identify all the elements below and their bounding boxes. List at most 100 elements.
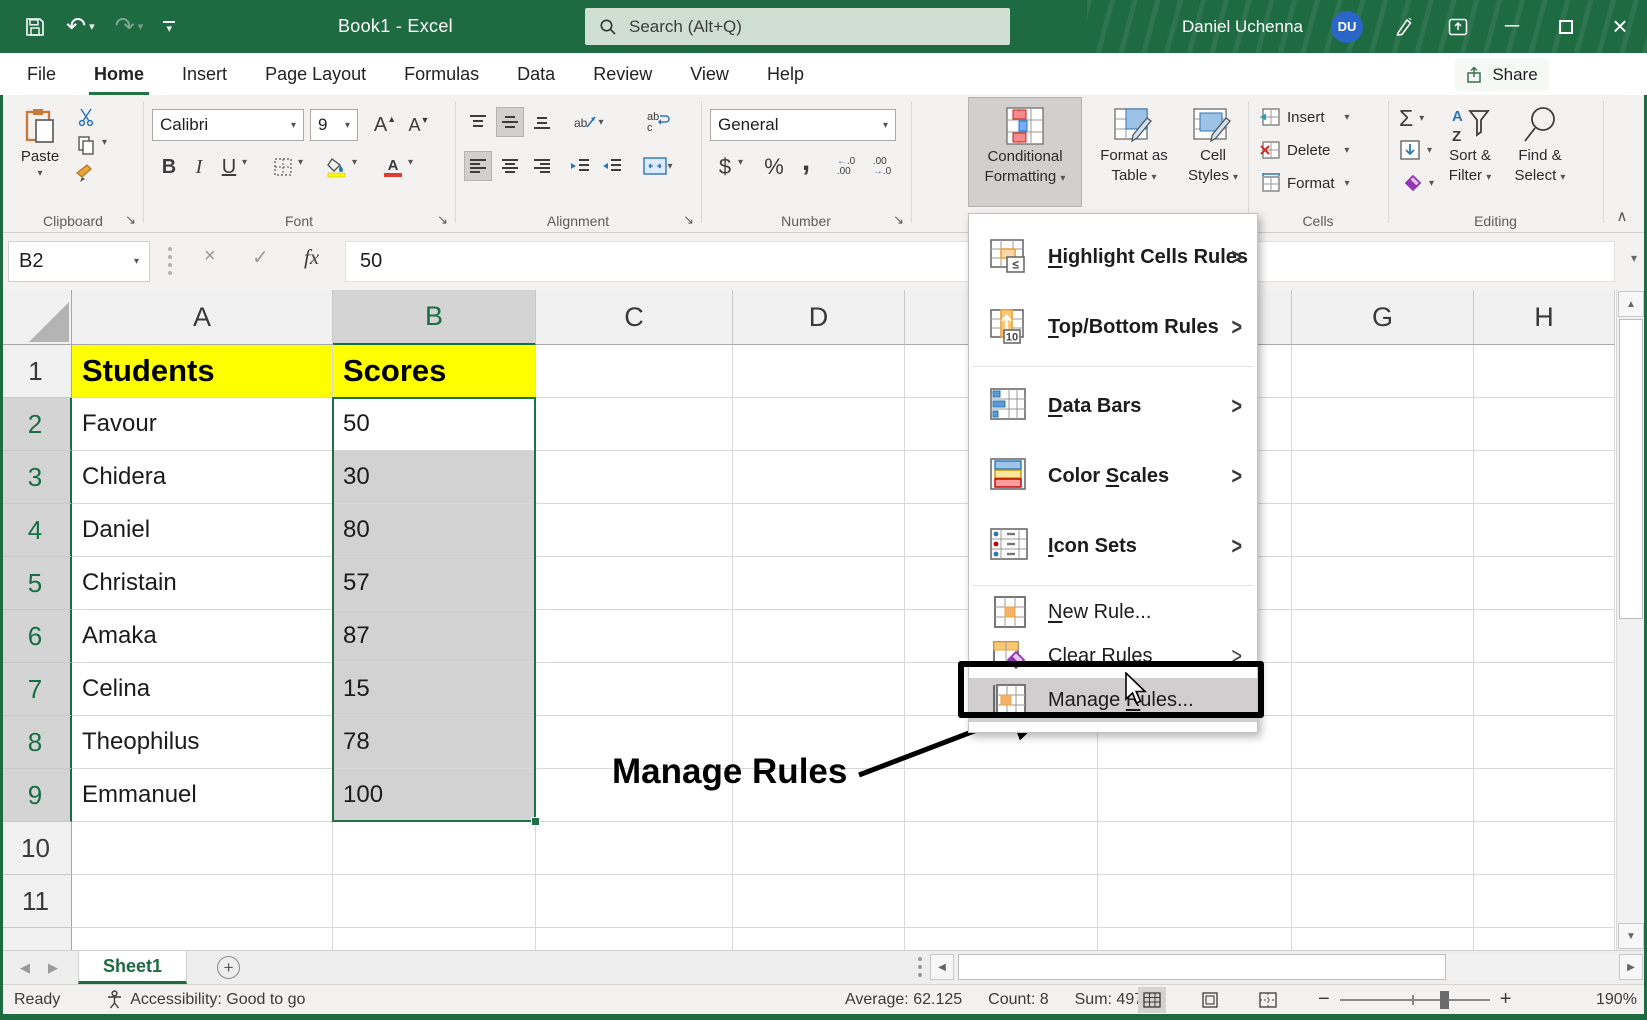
- fill-color-button[interactable]: [322, 151, 352, 183]
- menu-item-top-bottom-rules[interactable]: 10Top/Bottom Rules>: [969, 292, 1257, 362]
- accounting-format-button[interactable]: $: [714, 151, 736, 183]
- cell-styles-button[interactable]: Cell Styles ▾: [1182, 97, 1244, 207]
- clear-button[interactable]: ▾: [1399, 173, 1434, 193]
- cell-G4[interactable]: [1292, 504, 1474, 557]
- tab-review[interactable]: Review: [574, 53, 671, 95]
- cell-C11[interactable]: [536, 875, 733, 928]
- cell-C6[interactable]: [536, 610, 733, 663]
- row-header-6[interactable]: 6: [0, 610, 72, 663]
- scroll-right-icon[interactable]: ▶: [1619, 954, 1643, 980]
- zoom-in-button[interactable]: +: [1500, 988, 1512, 1011]
- align-right-button[interactable]: [528, 151, 556, 181]
- cell-G3[interactable]: [1292, 451, 1474, 504]
- share-button[interactable]: Share: [1455, 58, 1549, 91]
- enter-button[interactable]: ✓: [252, 245, 269, 270]
- cell-D5[interactable]: [733, 557, 905, 610]
- decrease-font-size-button[interactable]: A▼: [404, 109, 434, 141]
- cell-A2[interactable]: Favour: [72, 398, 333, 451]
- normal-view-button[interactable]: [1138, 987, 1166, 1013]
- zoom-slider-thumb[interactable]: [1440, 991, 1449, 1009]
- tab-insert[interactable]: Insert: [163, 53, 246, 95]
- cell-G8[interactable]: [1292, 716, 1474, 769]
- undo-dropdown-icon[interactable]: ▾: [89, 20, 95, 33]
- cell-C3[interactable]: [536, 451, 733, 504]
- col-header-G[interactable]: G: [1292, 290, 1474, 345]
- cell-B9[interactable]: 100: [333, 769, 536, 822]
- insert-function-button[interactable]: fx: [304, 245, 319, 270]
- page-break-view-button[interactable]: [1254, 987, 1282, 1013]
- cell-A3[interactable]: Chidera: [72, 451, 333, 504]
- cell-D11[interactable]: [733, 875, 905, 928]
- cell-B2[interactable]: 50: [333, 398, 536, 451]
- cell-C10[interactable]: [536, 822, 733, 875]
- cell-H3[interactable]: [1474, 451, 1615, 504]
- cell-D6[interactable]: [733, 610, 905, 663]
- cell-A7[interactable]: Celina: [72, 663, 333, 716]
- scroll-down-icon[interactable]: ▼: [1618, 923, 1644, 949]
- horizontal-splitter[interactable]: [918, 957, 922, 977]
- cell-B12[interactable]: [333, 928, 536, 950]
- cell-B11[interactable]: [333, 875, 536, 928]
- cell-H12[interactable]: [1474, 928, 1615, 950]
- borders-dropdown-icon[interactable]: ▾: [298, 157, 303, 168]
- cell-F12[interactable]: [1098, 928, 1292, 950]
- cell-B8[interactable]: 78: [333, 716, 536, 769]
- cell-G11[interactable]: [1292, 875, 1474, 928]
- tab-home[interactable]: Home: [75, 53, 163, 95]
- merge-center-button[interactable]: ▾: [640, 151, 676, 181]
- collapse-ribbon-button[interactable]: ∧: [1608, 205, 1636, 227]
- row-header-3[interactable]: 3: [0, 451, 72, 504]
- tab-data[interactable]: Data: [498, 53, 574, 95]
- increase-font-size-button[interactable]: A▲: [370, 109, 400, 141]
- cell-D10[interactable]: [733, 822, 905, 875]
- cell-C1[interactable]: [536, 345, 733, 398]
- underline-button[interactable]: U: [216, 151, 242, 183]
- cell-B10[interactable]: [333, 822, 536, 875]
- cell-B1[interactable]: Scores: [333, 345, 536, 398]
- menu-item-manage-rules[interactable]: Manage Rules...: [969, 678, 1257, 722]
- menu-item-color-scales[interactable]: Color Scales>: [969, 441, 1257, 511]
- cancel-button[interactable]: ×: [204, 245, 216, 268]
- cell-C7[interactable]: [536, 663, 733, 716]
- font-dialog-launcher[interactable]: ↘: [437, 212, 448, 228]
- cell-H8[interactable]: [1474, 716, 1615, 769]
- cell-B7[interactable]: 15: [333, 663, 536, 716]
- save-button[interactable]: [24, 16, 46, 38]
- ribbon-display-options-button[interactable]: [1445, 12, 1471, 42]
- menu-item-data-bars[interactable]: Data Bars>: [969, 371, 1257, 441]
- paste-dropdown-icon[interactable]: ▾: [37, 168, 42, 179]
- comma-style-button[interactable]: ,: [796, 145, 816, 177]
- cell-D4[interactable]: [733, 504, 905, 557]
- cell-A9[interactable]: Emmanuel: [72, 769, 333, 822]
- fill-button[interactable]: ▾: [1399, 139, 1432, 161]
- cell-F11[interactable]: [1098, 875, 1292, 928]
- top-align-button[interactable]: [464, 107, 492, 137]
- copy-dropdown-icon[interactable]: ▾: [102, 137, 107, 148]
- vertical-scroll-thumb[interactable]: [1619, 319, 1643, 619]
- row-header-5[interactable]: 5: [0, 557, 72, 610]
- bottom-align-button[interactable]: [528, 107, 556, 137]
- cell-H7[interactable]: [1474, 663, 1615, 716]
- row-header-11[interactable]: 11: [0, 875, 72, 928]
- menu-item-clear-rules[interactable]: Clear Rules>: [969, 634, 1257, 678]
- copy-button[interactable]: [72, 133, 100, 157]
- cut-button[interactable]: [72, 105, 100, 129]
- user-name[interactable]: Daniel Uchenna: [1182, 17, 1303, 37]
- minimize-button[interactable]: ─: [1499, 12, 1525, 42]
- format-as-table-button[interactable]: Format as Table ▾: [1090, 97, 1178, 207]
- cell-D1[interactable]: [733, 345, 905, 398]
- font-size-combo[interactable]: 9▾: [310, 109, 358, 141]
- col-header-H[interactable]: H: [1474, 290, 1615, 345]
- cell-H11[interactable]: [1474, 875, 1615, 928]
- accounting-dropdown-icon[interactable]: ▾: [738, 157, 743, 168]
- cell-H10[interactable]: [1474, 822, 1615, 875]
- delete-cells-button[interactable]: Delete ▾: [1259, 140, 1349, 160]
- zoom-level[interactable]: 190%: [1596, 991, 1637, 1009]
- find-select-button[interactable]: Find & Select ▾: [1504, 97, 1576, 207]
- col-header-C[interactable]: C: [536, 290, 733, 345]
- cell-E10[interactable]: [905, 822, 1098, 875]
- scroll-left-icon[interactable]: ◀: [930, 954, 954, 980]
- format-painter-button[interactable]: [72, 161, 100, 185]
- cell-H4[interactable]: [1474, 504, 1615, 557]
- cell-G6[interactable]: [1292, 610, 1474, 663]
